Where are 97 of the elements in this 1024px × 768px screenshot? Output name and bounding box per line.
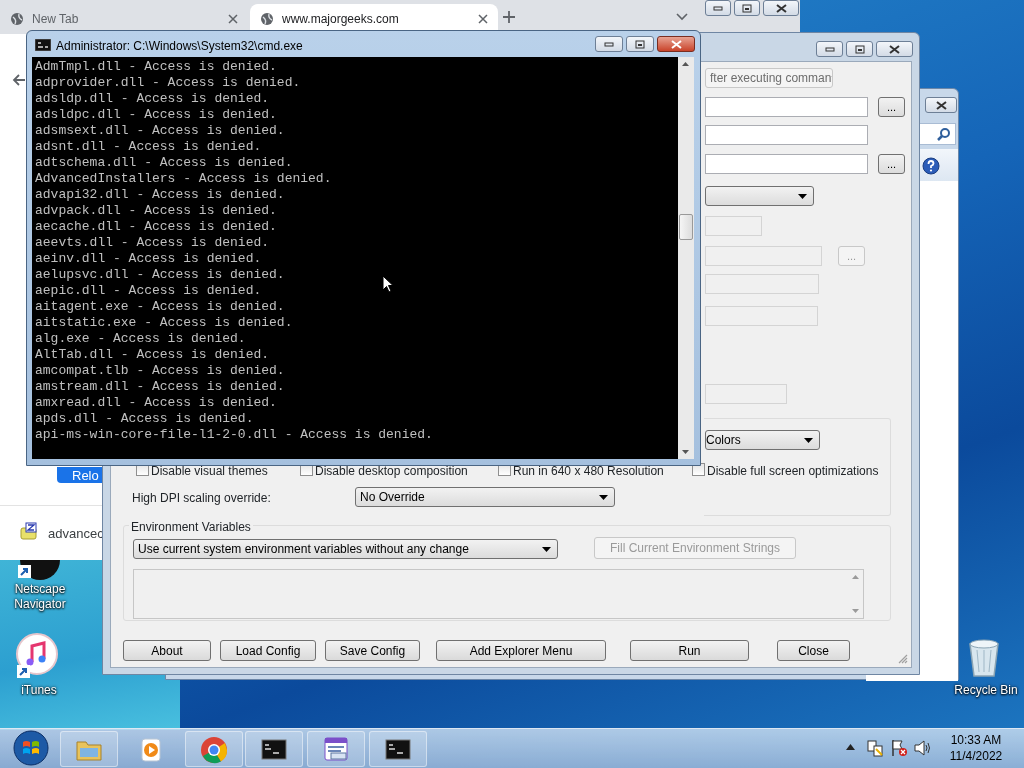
close-button[interactable] <box>925 97 957 113</box>
console-line: AltTab.dll - Access is denied. <box>35 347 270 363</box>
start-button-icon[interactable] <box>12 729 50 767</box>
console-line: adprovider.dll - Access is denied. <box>35 75 301 91</box>
flag-icon[interactable] <box>890 739 908 757</box>
console-line: aeevts.dll - Access is denied. <box>35 235 270 251</box>
console-line: adsldpc.dll - Access is denied. <box>35 107 277 123</box>
close-button[interactable] <box>763 0 799 16</box>
checkbox-label: Disable desktop composition <box>315 463 468 480</box>
console-line: AdmTmpl.dll - Access is denied. <box>35 59 277 75</box>
close-button[interactable] <box>876 41 913 57</box>
close-button[interactable] <box>657 36 695 52</box>
console-line: amcompat.tlb - Access is denied. <box>35 363 285 379</box>
dropdown[interactable] <box>705 186 814 206</box>
console-line: adsldp.dll - Access is denied. <box>35 91 270 107</box>
console-line: aitagent.exe - Access is denied. <box>35 299 285 315</box>
scroll-up-icon[interactable] <box>682 62 689 66</box>
input-field[interactable] <box>705 125 868 145</box>
taskbar-button[interactable] <box>245 731 303 767</box>
clock-date: 11/4/2022 <box>948 748 1004 764</box>
resize-grip-icon[interactable] <box>898 654 908 664</box>
dialog-button[interactable]: Load Config <box>220 640 316 661</box>
chrome-icon <box>199 734 229 764</box>
dialog-button[interactable]: Save Config <box>325 640 420 661</box>
dropdown[interactable]: No Override <box>355 487 615 507</box>
console-line: aitstatic.exe - Access is denied. <box>35 315 293 331</box>
maximize-icon[interactable] <box>742 3 752 13</box>
caret-icon <box>599 494 608 500</box>
clock[interactable]: 10:33 AM 11/4/2022 <box>936 731 1016 765</box>
console-line: amstream.dll - Access is denied. <box>35 379 285 395</box>
cursor-icon <box>382 275 394 293</box>
tab-title: www.majorgeeks.com <box>282 11 400 28</box>
console-line: aeinv.dll - Access is denied. <box>35 251 262 267</box>
help-icon[interactable] <box>922 157 940 175</box>
minimize-icon[interactable] <box>604 41 614 47</box>
search-icon[interactable] <box>937 127 951 141</box>
console-line: adtschema.dll - Access is denied. <box>35 155 293 171</box>
console-line: alg.exe - Access is denied. <box>35 331 246 347</box>
chevron-up-icon[interactable] <box>846 744 855 750</box>
browse-button[interactable]: ... <box>878 154 905 174</box>
caret-icon <box>804 437 813 443</box>
window-icon <box>321 734 351 764</box>
dialog-button[interactable]: Add Explorer Menu <box>436 640 606 661</box>
chevron-icon[interactable] <box>676 13 688 21</box>
scroll-down-icon[interactable] <box>682 450 689 454</box>
checkbox-label: Run in 640 x 480 Resolution <box>513 463 664 480</box>
speaker-icon[interactable] <box>913 739 931 757</box>
maximize-icon[interactable] <box>854 44 865 54</box>
maximize-button[interactable] <box>734 0 760 16</box>
console-line: aelupsvc.dll - Access is denied. <box>35 267 285 283</box>
dropdown[interactable]: Use current system environment variables without any change <box>133 539 558 559</box>
console-line: amxread.dll - Access is denied. <box>35 395 277 411</box>
maximize-button[interactable] <box>846 41 873 57</box>
console-line: AdvancedInstallers - Access is denied. <box>35 171 332 187</box>
console-line: advapi32.dll - Access is denied. <box>35 187 285 203</box>
console-line: apds.dll - Access is denied. <box>35 411 254 427</box>
field-label: High DPI scaling override: <box>132 490 271 507</box>
zip-file-icon <box>20 522 38 540</box>
close-icon[interactable] <box>889 44 900 54</box>
maximize-button[interactable] <box>626 36 654 52</box>
dropdown[interactable]: Colors <box>705 430 820 450</box>
taskbar-button[interactable] <box>369 731 427 767</box>
console-line: adsnt.dll - Access is denied. <box>35 139 262 155</box>
checkbox-label: Disable visual themes <box>151 463 268 480</box>
minimize-button[interactable] <box>816 41 843 57</box>
plus-icon[interactable] <box>502 10 516 24</box>
scroll-thumb[interactable] <box>679 214 693 240</box>
minimize-button[interactable] <box>705 0 731 16</box>
dialog-button[interactable]: Close <box>777 640 850 661</box>
caret-icon <box>798 193 807 199</box>
close-icon[interactable] <box>478 14 488 24</box>
close-icon[interactable] <box>935 100 947 110</box>
console-line: adsmsext.dll - Access is denied. <box>35 123 285 139</box>
checkbox-label: Disable full screen optimizations <box>707 463 879 480</box>
minimize-icon[interactable] <box>713 5 723 11</box>
window-title: Administrator: C:\Windows\System32\cmd.exe <box>56 38 303 55</box>
clock-time: 10:33 AM <box>949 732 1003 748</box>
console-line: aepic.dll - Access is denied. <box>35 283 262 299</box>
dialog-button[interactable]: Run <box>630 640 749 661</box>
input-field[interactable] <box>705 154 868 174</box>
tab-title: New Tab <box>32 11 80 28</box>
console-line: advpack.dll - Access is denied. <box>35 203 277 219</box>
console-line: aecache.dll - Access is denied. <box>35 219 277 235</box>
close-icon[interactable] <box>775 3 787 13</box>
browse-button[interactable]: ... <box>878 97 905 117</box>
download-name[interactable]: advancec <box>48 524 104 544</box>
console-icon <box>35 39 51 51</box>
dialog-button[interactable]: About <box>123 640 211 661</box>
minimize-icon[interactable] <box>824 46 835 52</box>
back-arrow-icon[interactable] <box>12 73 26 87</box>
maximize-icon[interactable] <box>635 39 645 49</box>
console-line: api-ms-win-core-file-l1-2-0.dll - Access is denied. <box>35 427 433 443</box>
scrollbar[interactable] <box>678 57 694 459</box>
caret-icon <box>542 546 551 552</box>
minimize-button[interactable] <box>595 36 623 52</box>
desktop-icon-label[interactable]: Recycle Bin <box>950 683 1022 698</box>
input-field[interactable] <box>705 97 868 117</box>
